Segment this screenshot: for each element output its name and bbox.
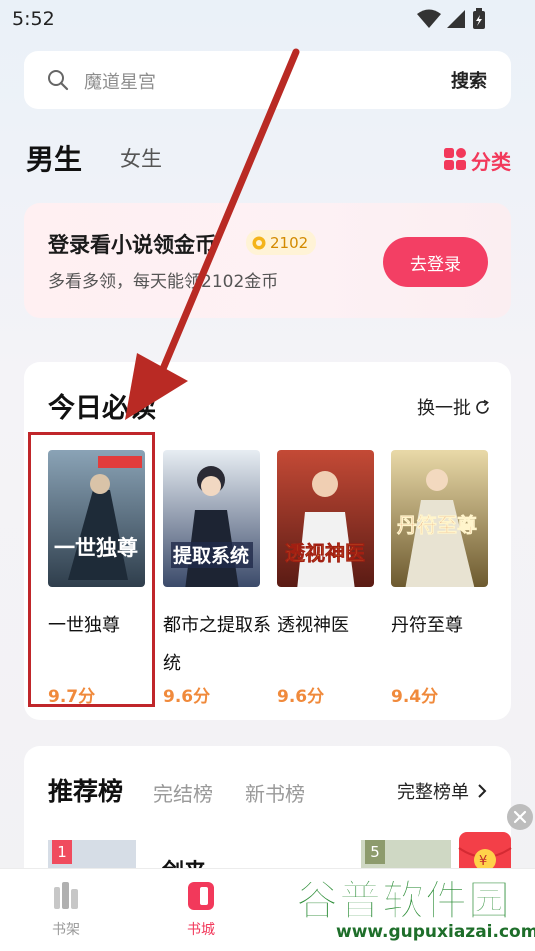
tab-recommend-rank[interactable]: 推荐榜 [48, 772, 123, 808]
close-icon[interactable] [507, 804, 533, 830]
book-item[interactable]: 丹符至尊 丹符至尊 9.4分 [391, 450, 491, 707]
search-button[interactable]: 搜索 [451, 67, 487, 93]
coin-badge: 2102 [246, 230, 317, 255]
wifi-icon [417, 9, 441, 28]
search-icon [48, 70, 69, 91]
signal-icon [447, 10, 465, 28]
bookstore-icon [188, 882, 214, 910]
login-button[interactable]: 去登录 [383, 237, 488, 287]
watermark-url: www.gupuxiazai.com [336, 922, 535, 942]
book-cover[interactable]: 透视神医 [277, 450, 374, 587]
book-cover-title: 透视神医 [285, 541, 365, 565]
annotation-highlight-box [28, 432, 155, 707]
watermark: 谷普软件园 www.gupuxiazai.com [292, 865, 535, 951]
category-label: 分类 [471, 150, 511, 174]
chevron-right-icon [478, 784, 487, 798]
tab-finished-rank[interactable]: 完结榜 [153, 778, 213, 807]
rank-number: 5 [365, 840, 385, 864]
bookshelf-icon [54, 882, 78, 909]
book-item[interactable]: 透视神医 透视神医 9.6分 [277, 450, 377, 707]
status-bar: 5:52 [0, 0, 535, 38]
nav-bookshelf-label: 书架 [52, 922, 80, 938]
nav-bookstore-label: 书城 [187, 922, 215, 938]
refresh-button[interactable]: 换一批 [417, 394, 491, 420]
login-banner: 登录看小说领金币 2102 多看多领，每天能领2102金币 去登录 [24, 203, 511, 318]
status-icons [417, 8, 485, 29]
book-title: 透视神医 [277, 615, 349, 636]
search-input[interactable]: 魔道星宫 [84, 68, 156, 94]
coin-icon [252, 236, 266, 249]
book-cover[interactable]: 提取系统 [163, 450, 260, 587]
search-bar[interactable]: 魔道星宫 搜索 [24, 51, 511, 109]
watermark-title: 谷普软件园 [295, 876, 512, 926]
full-list-button[interactable]: 完整榜单 [397, 778, 489, 804]
book-cover-title: 丹符至尊 [397, 513, 477, 537]
book-score: 9.6分 [163, 687, 211, 707]
refresh-icon [476, 399, 489, 414]
book-cover-title: 提取系统 [173, 544, 249, 567]
book-score: 9.4分 [391, 687, 439, 707]
tab-female[interactable]: 女生 [120, 143, 162, 173]
book-title: 丹符至尊 [391, 615, 463, 636]
status-time: 5:52 [12, 8, 55, 30]
full-list-label: 完整榜单 [397, 782, 469, 803]
refresh-label: 换一批 [417, 398, 471, 419]
daily-reads-title: 今日必读 [48, 393, 156, 424]
coin-value: 2102 [270, 233, 309, 252]
nav-bookshelf[interactable]: 书架 [36, 879, 96, 939]
book-title: 都市之提取系统 [163, 615, 271, 674]
book-cover[interactable]: 丹符至尊 [391, 450, 488, 587]
login-banner-subtitle: 多看多领，每天能领2102金币 [48, 272, 279, 292]
category-grid-icon [444, 148, 466, 170]
book-item[interactable]: 提取系统 都市之提取系统 9.6分 [163, 450, 271, 707]
tab-male[interactable]: 男生 [26, 138, 82, 178]
tab-new-rank[interactable]: 新书榜 [245, 778, 305, 807]
book-score: 9.6分 [277, 687, 325, 707]
rank-number: 1 [52, 840, 72, 864]
login-banner-title: 登录看小说领金币 [48, 233, 216, 257]
nav-bookstore[interactable]: 书城 [171, 879, 231, 939]
